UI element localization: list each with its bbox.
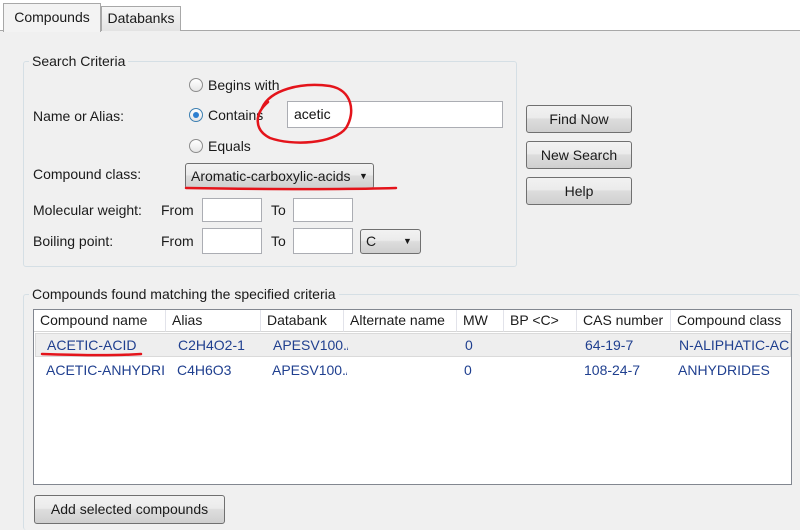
name-or-alias-label: Name or Alias:	[33, 108, 125, 124]
radio-contains[interactable]	[189, 108, 203, 122]
chevron-down-icon: ▼	[359, 171, 368, 181]
bp-from-input[interactable]	[202, 228, 262, 254]
bp-from-label: From	[161, 233, 194, 249]
cell-mw: 0	[465, 337, 473, 353]
name-alias-input[interactable]: acetic	[287, 101, 503, 128]
column-header-alias[interactable]: Alias	[166, 310, 261, 332]
results-legend: Compounds found matching the specified c…	[29, 286, 339, 302]
cell-compound-class: N-ALIPHATIC-AC	[679, 337, 790, 353]
compound-class-dropdown[interactable]: Aromatic-carboxylic-acids ▼	[185, 163, 374, 189]
cell-alias: C2H4O2-1	[178, 337, 245, 353]
bp-to-input[interactable]	[293, 228, 353, 254]
add-selected-compounds-button[interactable]: Add selected compounds	[34, 495, 225, 524]
cell-alias: C4H6O3	[177, 362, 232, 378]
tab-databanks[interactable]: Databanks	[101, 6, 181, 31]
table-row[interactable]: ACETIC-ACID C2H4O2-1 APESV100./ 0 64-19-…	[35, 333, 791, 357]
mw-from-label: From	[161, 202, 194, 218]
cell-cas-number: 64-19-7	[585, 337, 634, 353]
column-header-alternate-name[interactable]: Alternate name	[344, 310, 457, 332]
column-header-databank[interactable]: Databank	[261, 310, 344, 332]
cell-databank: APESV100./	[273, 337, 348, 353]
temperature-unit-value: C	[366, 233, 377, 249]
cell-compound-name: ACETIC-ACID	[47, 337, 137, 353]
search-criteria-legend: Search Criteria	[29, 53, 129, 69]
mw-to-input[interactable]	[293, 198, 353, 222]
column-header-cas-number[interactable]: CAS number	[577, 310, 671, 332]
cell-compound-class: ANHYDRIDES	[678, 362, 770, 378]
chevron-down-icon: ▼	[403, 236, 412, 246]
radio-contains-label[interactable]: Contains	[208, 106, 263, 124]
radio-begins-with-label[interactable]: Begins with	[208, 76, 280, 94]
bp-to-label: To	[271, 233, 286, 249]
temperature-unit-dropdown[interactable]: C ▼	[360, 229, 421, 254]
table-row[interactable]: ACETIC-ANHYDRIDE C4H6O3 APESV100./ 0 108…	[35, 359, 791, 383]
cell-cas-number: 108-24-7	[584, 362, 641, 378]
column-header-bp[interactable]: BP <C>	[504, 310, 577, 332]
find-now-button[interactable]: Find Now	[526, 105, 632, 133]
mw-from-input[interactable]	[202, 198, 262, 222]
radio-begins-with[interactable]	[189, 78, 203, 92]
radio-equals-label[interactable]: Equals	[208, 137, 251, 155]
cell-databank: APESV100./	[272, 362, 347, 378]
tab-compounds[interactable]: Compounds	[3, 3, 101, 32]
new-search-button[interactable]: New Search	[526, 141, 632, 169]
molecular-weight-label: Molecular weight:	[33, 202, 142, 218]
compound-class-label: Compound class:	[33, 166, 142, 182]
compound-class-value: Aromatic-carboxylic-acids	[191, 168, 351, 184]
results-table[interactable]: Compound name Alias Databank Alternate n…	[33, 309, 792, 485]
boiling-point-label: Boiling point:	[33, 233, 114, 249]
cell-compound-name: ACETIC-ANHYDRIDE	[46, 362, 166, 378]
column-header-compound-name[interactable]: Compound name	[34, 310, 166, 332]
column-header-mw[interactable]: MW	[457, 310, 504, 332]
column-header-compound-class[interactable]: Compound class	[671, 310, 791, 332]
mw-to-label: To	[271, 202, 286, 218]
help-button[interactable]: Help	[526, 177, 632, 205]
cell-mw: 0	[464, 362, 472, 378]
radio-equals[interactable]	[189, 139, 203, 153]
